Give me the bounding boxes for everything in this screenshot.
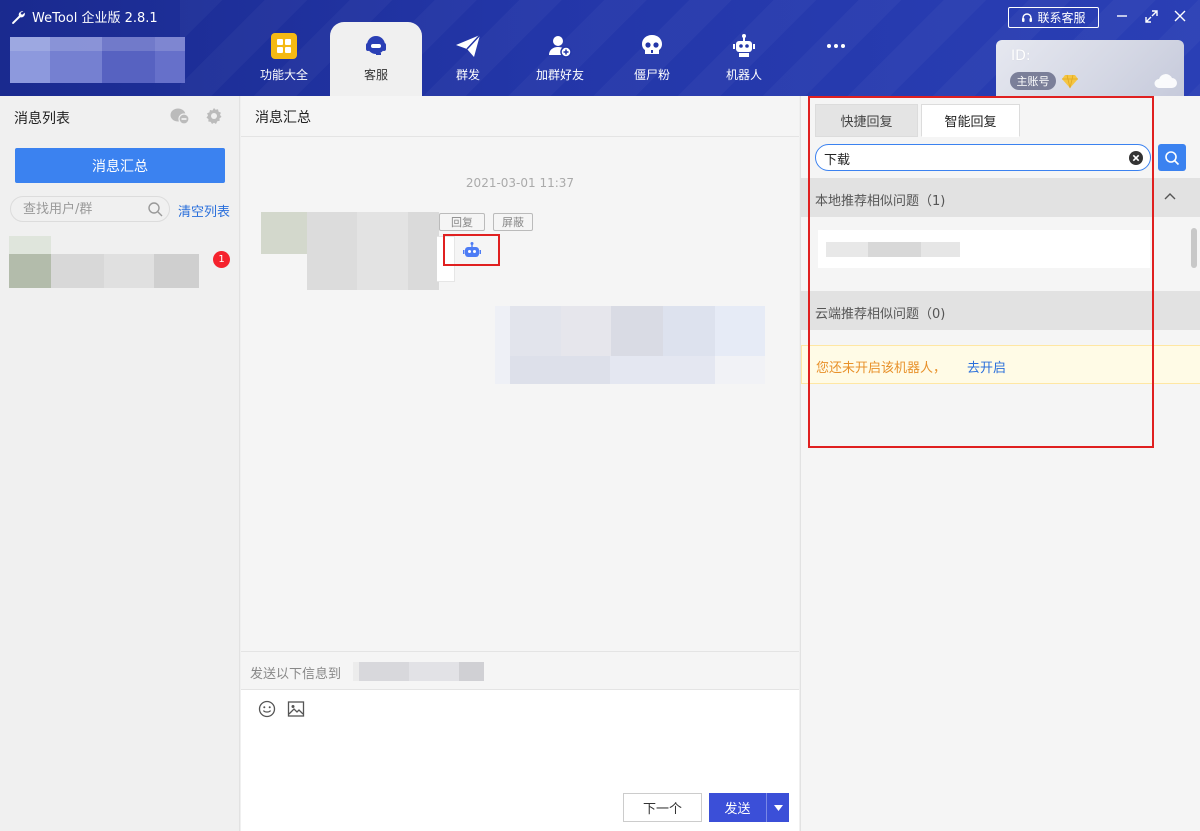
unread-count-badge: 1 xyxy=(213,251,230,268)
smart-reply-search[interactable] xyxy=(815,144,1151,171)
settings-gear-icon[interactable] xyxy=(204,106,224,126)
send-options-dropdown[interactable] xyxy=(766,793,789,822)
nav-label: 僵尸粉 xyxy=(633,68,670,82)
nav-customer-service[interactable]: 客服 xyxy=(330,22,422,96)
caret-down-icon xyxy=(773,804,783,811)
wechat-minus-icon[interactable] xyxy=(170,106,190,126)
app-title: WeTool 企业版 2.8.1 xyxy=(10,7,158,26)
conversation-list-item[interactable] xyxy=(9,236,231,288)
skull-icon xyxy=(637,32,667,60)
message-list-panel: 消息列表 消息汇总 清空列表 1 xyxy=(0,96,240,831)
account-card[interactable]: ID: 主账号 xyxy=(996,40,1184,96)
message-summary-panel: 消息汇总 2021-03-01 11:37 回复 屏蔽 发送以下信息到 下一个 … xyxy=(241,96,799,831)
main-account-badge: 主账号 xyxy=(1010,72,1056,90)
recommendation-blurred-text xyxy=(826,242,960,257)
block-tag-button[interactable]: 屏蔽 xyxy=(493,213,533,231)
cloud-recommendations-header[interactable]: 云端推荐相似问题（0) xyxy=(801,291,1200,330)
recommendation-item[interactable] xyxy=(818,230,1150,268)
robot-icon xyxy=(462,242,481,257)
paper-plane-icon xyxy=(453,32,483,60)
support-icon xyxy=(1022,12,1033,22)
user-group-search-input[interactable] xyxy=(23,200,143,218)
outgoing-message-blurred xyxy=(495,306,765,384)
nav-label: 功能大全 xyxy=(259,68,308,82)
scrollbar-thumb[interactable] xyxy=(1191,228,1197,268)
main-nav: 功能大全 客服 群发 加群好友 僵尸粉 机器人 xyxy=(238,22,882,96)
more-dots-icon xyxy=(821,32,851,60)
tab-quick-reply[interactable]: 快捷回复 xyxy=(815,104,918,137)
local-recommendations-title: 本地推荐相似问题（1) xyxy=(815,194,946,209)
nav-robot[interactable]: 机器人 xyxy=(698,22,790,96)
notice-text: 您还未开启该机器人， xyxy=(816,361,947,376)
send-target-blurred xyxy=(353,662,484,681)
reply-panel: 快捷回复 智能回复 本地推荐相似问题（1) 云端推荐相似问题（0) 您还未开启该… xyxy=(800,96,1200,831)
incoming-message-blurred xyxy=(261,212,439,290)
message-summary-title: 消息汇总 xyxy=(255,110,311,126)
nav-more[interactable] xyxy=(790,22,882,96)
user-group-search[interactable] xyxy=(10,196,170,222)
contact-support-label: 联系客服 xyxy=(1037,11,1086,25)
robot-reply-highlight[interactable] xyxy=(443,234,500,266)
nav-label: 加群好友 xyxy=(535,68,584,82)
nav-label: 机器人 xyxy=(725,68,762,82)
smart-reply-search-input[interactable] xyxy=(824,149,1114,167)
title-bar: WeTool 企业版 2.8.1 功能大全 客服 群发 加群好友 僵尸粉 机器人… xyxy=(0,0,1200,96)
grid-icon xyxy=(269,32,299,60)
cloud-recommendations-title: 云端推荐相似问题（0) xyxy=(815,307,946,322)
search-icon xyxy=(1165,150,1180,165)
message-summary-button[interactable]: 消息汇总 xyxy=(15,148,225,183)
profile-avatar-blurred[interactable] xyxy=(10,37,185,83)
enable-robot-link[interactable]: 去开启 xyxy=(967,357,1006,376)
nav-label: 客服 xyxy=(363,68,388,82)
nav-feature-center[interactable]: 功能大全 xyxy=(238,22,330,96)
headset-icon xyxy=(361,32,391,60)
account-id-label: ID: xyxy=(1011,48,1031,64)
nav-zombie-fans[interactable]: 僵尸粉 xyxy=(606,22,698,96)
next-button[interactable]: 下一个 xyxy=(623,793,702,822)
robot-disabled-notice: 您还未开启该机器人， 去开启 xyxy=(801,345,1200,384)
wrench-logo-icon xyxy=(12,10,25,24)
nav-add-friends[interactable]: 加群好友 xyxy=(514,22,606,96)
search-icon[interactable] xyxy=(147,201,163,217)
app-title-text: WeTool 企业版 2.8.1 xyxy=(32,11,158,26)
add-friend-icon xyxy=(545,32,575,60)
message-summary-header: 消息汇总 xyxy=(241,96,799,137)
tab-smart-reply[interactable]: 智能回复 xyxy=(921,104,1020,137)
robot-icon xyxy=(729,32,759,60)
send-button[interactable]: 发送 xyxy=(709,793,766,822)
local-recommendations-header[interactable]: 本地推荐相似问题（1) xyxy=(801,178,1200,217)
clear-list-link[interactable]: 清空列表 xyxy=(178,201,230,220)
message-list-title: 消息列表 xyxy=(14,111,70,127)
message-timestamp: 2021-03-01 11:37 xyxy=(465,176,575,190)
conversation-blurred-preview xyxy=(9,236,199,288)
clear-input-icon[interactable] xyxy=(1128,150,1144,166)
close-icon[interactable] xyxy=(1170,6,1190,26)
nav-label: 群发 xyxy=(455,68,480,82)
contact-support-button[interactable]: 联系客服 xyxy=(1008,7,1099,28)
chevron-up-icon[interactable] xyxy=(1161,188,1179,206)
send-to-label: 发送以下信息到 xyxy=(250,667,342,682)
message-editor[interactable]: 下一个 发送 xyxy=(241,690,799,831)
reply-tag-button[interactable]: 回复 xyxy=(439,213,485,231)
minimize-icon[interactable] xyxy=(1112,6,1132,26)
maximize-icon[interactable] xyxy=(1141,6,1161,26)
send-to-bar: 发送以下信息到 xyxy=(241,651,799,690)
nav-mass-send[interactable]: 群发 xyxy=(422,22,514,96)
cloud-icon xyxy=(1154,74,1177,88)
emoji-icon[interactable] xyxy=(257,699,277,719)
smart-reply-search-button[interactable] xyxy=(1158,144,1186,171)
diamond-icon xyxy=(1062,74,1078,89)
image-icon[interactable] xyxy=(286,699,306,719)
